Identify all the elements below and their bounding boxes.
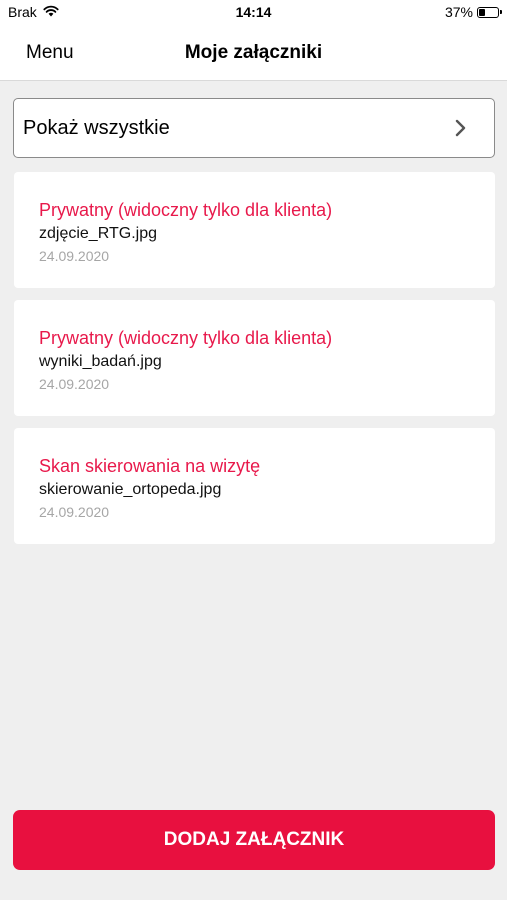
attachment-date: 24.09.2020: [39, 248, 110, 264]
status-right: 37%: [444, 4, 502, 20]
attachment-title: Prywatny (widoczny tylko dla klienta): [39, 328, 333, 348]
attachment-filename: skierowanie_ortopeda.jpg: [39, 481, 222, 498]
attachment-date: 24.09.2020: [39, 376, 110, 392]
attachment-date: 24.09.2020: [39, 504, 110, 520]
navigation-bar: Menu Moje załączniki: [0, 24, 507, 81]
attachment-card[interactable]: Skan skierowania na wizytę skierowanie_o…: [14, 428, 495, 544]
add-attachment-button[interactable]: DODAJ ZAŁĄCZNIK: [13, 810, 495, 870]
page-title: Moje załączniki: [184, 42, 323, 63]
attachment-card[interactable]: Prywatny (widoczny tylko dla klienta) zd…: [14, 172, 495, 288]
attachment-title: Prywatny (widoczny tylko dla klienta): [39, 200, 333, 220]
show-all-label: Pokaż wszystkie: [23, 117, 170, 139]
attachment-card[interactable]: Prywatny (widoczny tylko dla klienta) wy…: [14, 300, 495, 416]
status-bar: Brak 14:14 37%: [0, 0, 507, 24]
status-time: 14:14: [235, 4, 272, 20]
attachment-title: Skan skierowania na wizytę: [39, 456, 261, 476]
chevron-right-icon: [455, 119, 466, 137]
attachment-filename: wyniki_badań.jpg: [39, 353, 162, 370]
show-all-filter[interactable]: Pokaż wszystkie: [13, 98, 495, 158]
battery-icon: [477, 6, 502, 18]
battery-percent: 37%: [444, 4, 473, 20]
attachment-filename: zdjęcie_RTG.jpg: [39, 225, 157, 242]
